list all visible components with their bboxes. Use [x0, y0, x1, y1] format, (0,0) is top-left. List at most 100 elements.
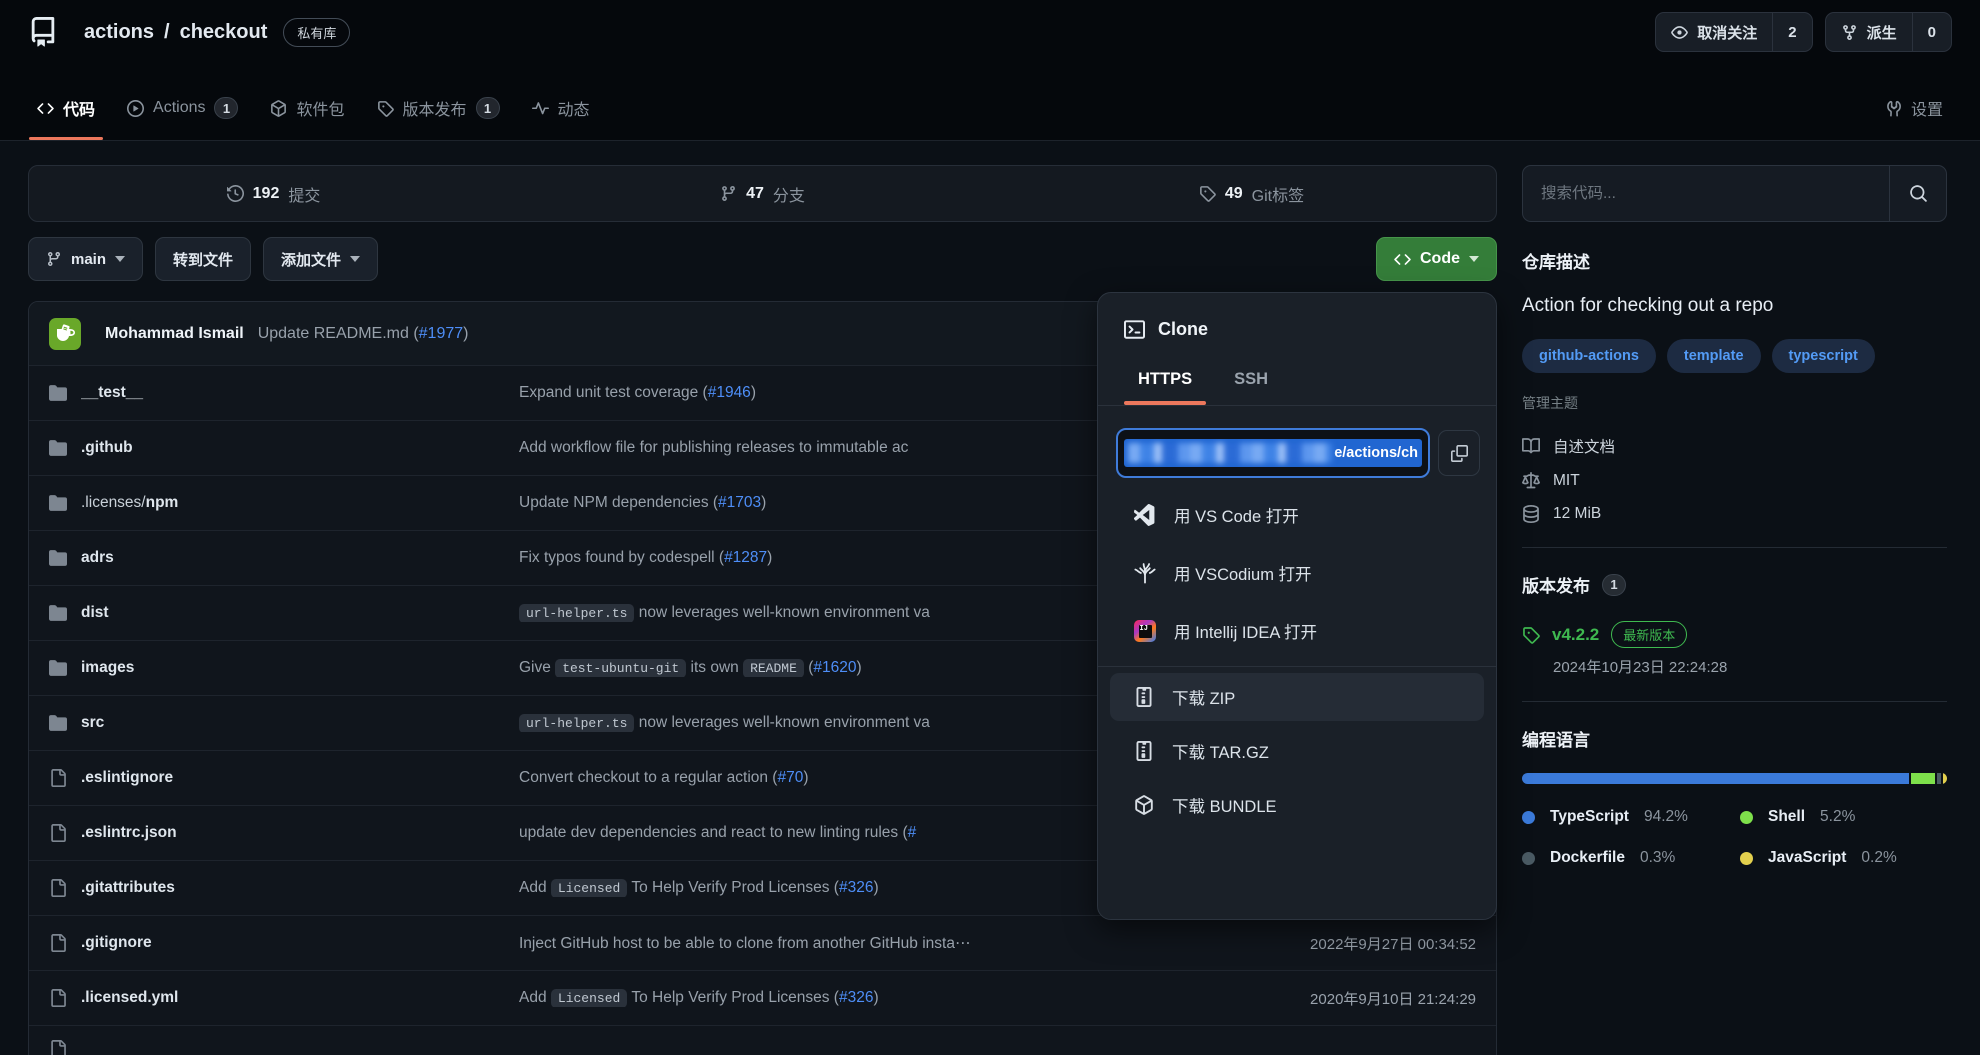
table-row[interactable] — [29, 1025, 1496, 1055]
tab-releases-label: 版本发布 — [403, 96, 467, 120]
language-bar-segment — [1937, 773, 1941, 784]
topic-chip[interactable]: template — [1667, 339, 1761, 373]
entry-name[interactable]: .licensed.yml — [81, 989, 519, 1007]
zip-icon — [1134, 687, 1154, 707]
entry-name[interactable]: .github — [81, 439, 519, 457]
folder-icon — [49, 549, 67, 567]
tags-stat[interactable]: 49 Git标签 — [1007, 182, 1496, 206]
folder-icon — [49, 659, 67, 677]
clone-url-row: e/actions/ch — [1098, 406, 1496, 486]
add-file-button[interactable]: 添加文件 — [263, 237, 378, 281]
entry-name[interactable]: adrs — [81, 549, 519, 567]
open-with-label: 用 Intellij IDEA 打开 — [1174, 619, 1317, 643]
topic-chip[interactable]: typescript — [1772, 339, 1875, 373]
pr-link[interactable]: #1620 — [813, 659, 856, 676]
table-row[interactable]: .licensed.ymlAdd Licensed To Help Verify… — [29, 970, 1496, 1025]
language-bar-segment — [1522, 773, 1909, 784]
language-legend-item[interactable]: TypeScript94.2% — [1522, 808, 1740, 826]
pr-link[interactable]: #1287 — [724, 549, 767, 566]
code-button[interactable]: Code — [1376, 237, 1497, 281]
repo-stats-bar: 192 提交 47 分支 49 Git标签 — [28, 165, 1497, 222]
language-bar[interactable] — [1522, 773, 1947, 784]
clone-download-items: 下载 ZIP 下载 TAR.GZ 下载 BUNDLE — [1098, 673, 1496, 829]
zip-icon — [1134, 741, 1154, 761]
pr-link[interactable]: #1946 — [708, 384, 751, 401]
open-with-item[interactable]: 用 VS Code 打开 — [1098, 486, 1496, 544]
folder-icon — [49, 604, 67, 622]
avatar[interactable] — [49, 318, 81, 350]
entry-name[interactable]: __test__ — [81, 384, 519, 402]
clone-url-input[interactable]: e/actions/ch — [1116, 428, 1430, 478]
code-chip: test-ubuntu-git — [555, 659, 686, 677]
tab-packages[interactable]: 软件包 — [259, 76, 355, 140]
repo-owner-link[interactable]: actions — [84, 21, 154, 44]
language-legend-item[interactable]: Shell5.2% — [1740, 808, 1947, 826]
pr-link[interactable]: #326 — [839, 989, 873, 1006]
fork-button[interactable]: 派生 0 — [1825, 12, 1952, 52]
forks-count[interactable]: 0 — [1912, 13, 1951, 51]
pr-link[interactable]: #1977 — [419, 325, 464, 342]
branch-icon — [720, 185, 737, 202]
download-item[interactable]: 下载 ZIP — [1110, 673, 1484, 721]
releases-heading[interactable]: 版本发布 — [1522, 572, 1590, 597]
tab-activity-label: 动态 — [558, 96, 590, 120]
open-with-item[interactable]: IJ用 Intellij IDEA 打开 — [1098, 602, 1496, 660]
entry-name[interactable]: .eslintrc.json — [81, 824, 519, 842]
table-row[interactable]: .gitignoreInject GitHub host to be able … — [29, 915, 1496, 970]
commit-message[interactable]: Add Licensed To Help Verify Prod License… — [519, 989, 1236, 1007]
tab-actions-label: Actions — [153, 99, 205, 117]
commits-label: 提交 — [288, 182, 320, 206]
watchers-count[interactable]: 2 — [1772, 13, 1811, 51]
entry-name[interactable]: .licenses/npm — [81, 494, 519, 512]
tab-activity[interactable]: 动态 — [521, 76, 601, 140]
search-input[interactable] — [1523, 166, 1889, 221]
pr-link[interactable]: #326 — [839, 879, 873, 896]
repo-meta: 自述文档 MIT 12 MiB — [1522, 435, 1947, 523]
repo-name-link[interactable]: checkout — [180, 21, 268, 44]
pr-link[interactable]: # — [908, 824, 917, 841]
release-version-link[interactable]: v4.2.2 — [1552, 625, 1599, 645]
language-legend-item[interactable]: Dockerfile0.3% — [1522, 849, 1740, 867]
entry-name[interactable]: .eslintignore — [81, 769, 519, 787]
readme-link[interactable]: 自述文档 — [1522, 435, 1947, 457]
language-name: TypeScript — [1550, 808, 1629, 826]
commit-author[interactable]: Mohammad Ismail — [105, 325, 244, 343]
package-icon — [270, 100, 287, 117]
entry-name[interactable]: .gitattributes — [81, 879, 519, 897]
search-button[interactable] — [1889, 166, 1946, 221]
topic-chip[interactable]: github-actions — [1522, 339, 1656, 373]
clone-dropdown: Clone HTTPS SSH e/actions/ch 用 VS Code 打… — [1097, 292, 1497, 920]
commit-message[interactable]: Update README.md (#1977) — [258, 325, 469, 343]
copy-url-button[interactable] — [1438, 430, 1480, 476]
entry-name[interactable]: dist — [81, 604, 519, 622]
language-legend-item[interactable]: JavaScript0.2% — [1740, 849, 1947, 867]
branch-selector[interactable]: main — [28, 237, 143, 281]
tab-https[interactable]: HTTPS — [1138, 354, 1192, 405]
pr-link[interactable]: #70 — [777, 769, 803, 786]
goto-file-button[interactable]: 转到文件 — [155, 237, 251, 281]
entry-name[interactable]: src — [81, 714, 519, 732]
manage-topics-link[interactable]: 管理主题 — [1522, 393, 1947, 413]
download-item[interactable]: 下载 BUNDLE — [1110, 781, 1484, 829]
download-item[interactable]: 下载 TAR.GZ — [1110, 727, 1484, 775]
header-actions: 取消关注 2 派生 0 — [1655, 12, 1952, 52]
branches-stat[interactable]: 47 分支 — [518, 182, 1007, 206]
license-link[interactable]: MIT — [1522, 472, 1947, 490]
entry-name[interactable]: .gitignore — [81, 934, 519, 952]
pr-link[interactable]: #1703 — [718, 494, 761, 511]
language-bar-segment — [1943, 773, 1947, 784]
tag-icon — [377, 100, 394, 117]
tab-code[interactable]: 代码 — [26, 76, 106, 140]
commits-stat[interactable]: 192 提交 — [29, 182, 518, 206]
entry-name[interactable]: images — [81, 659, 519, 677]
language-percent: 5.2% — [1820, 808, 1855, 826]
release-date: 2024年10月23日 22:24:28 — [1553, 656, 1947, 677]
commit-message[interactable]: Inject GitHub host to be able to clone f… — [519, 934, 1236, 953]
tab-actions[interactable]: Actions 1 — [116, 76, 249, 140]
open-with-item[interactable]: 用 VSCodium 打开 — [1098, 544, 1496, 602]
tab-releases[interactable]: 版本发布 1 — [366, 76, 511, 140]
tab-settings[interactable]: 设置 — [1874, 76, 1954, 140]
tab-ssh[interactable]: SSH — [1234, 354, 1268, 405]
unwatch-button[interactable]: 取消关注 2 — [1655, 12, 1812, 52]
tag-icon — [1199, 185, 1216, 202]
